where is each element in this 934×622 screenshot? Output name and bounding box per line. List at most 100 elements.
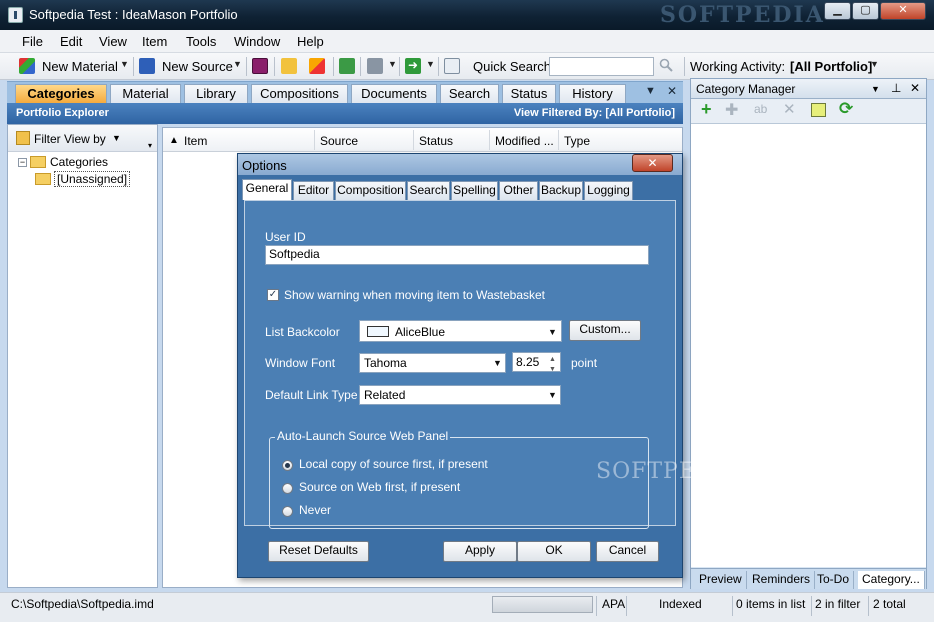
progress-bar xyxy=(492,596,593,613)
close-button[interactable]: ✕ xyxy=(880,2,926,20)
tab-compositions[interactable]: Compositions xyxy=(251,84,348,104)
column-type[interactable]: Type xyxy=(564,134,590,148)
tab-search[interactable]: Search xyxy=(440,84,499,104)
toolbar-divider xyxy=(399,57,400,76)
menu-window[interactable]: Window xyxy=(234,34,280,49)
column-item[interactable]: Item xyxy=(184,134,207,148)
refresh-icon[interactable]: ⟳ xyxy=(839,99,853,119)
email-icon[interactable] xyxy=(444,58,460,74)
font-size-value: 8.25 xyxy=(516,355,540,369)
tab-composition[interactable]: Composition xyxy=(335,181,406,200)
export-icon[interactable]: ➜ xyxy=(405,58,421,74)
working-activity-dropdown-icon[interactable]: ▼ xyxy=(870,59,879,69)
menu-tools[interactable]: Tools xyxy=(186,34,216,49)
tab-reminders[interactable]: Reminders xyxy=(748,571,816,589)
maximize-button[interactable]: ▢ xyxy=(852,2,879,20)
radio-local-first[interactable] xyxy=(282,460,293,471)
pin-icon[interactable]: ⊥ xyxy=(891,81,901,95)
new-source-button[interactable]: New Source xyxy=(162,59,233,74)
dialog-close-button[interactable]: ✕ xyxy=(632,154,673,172)
list-backcolor-label: List Backcolor xyxy=(265,325,340,339)
radio-web-first[interactable] xyxy=(282,483,293,494)
menu-edit[interactable]: Edit xyxy=(60,34,82,49)
tab-list-icon[interactable]: ▼ xyxy=(645,85,656,97)
quick-search-input[interactable] xyxy=(549,57,654,76)
category-manager-body xyxy=(691,123,926,567)
tab-search-options[interactable]: Search xyxy=(407,181,450,200)
tab-spelling[interactable]: Spelling xyxy=(451,181,498,200)
working-activity-select[interactable]: [All Portfolio] xyxy=(790,59,872,74)
list-backcolor-select[interactable]: AliceBlue ▼ xyxy=(359,320,562,342)
list-backcolor-value: AliceBlue xyxy=(395,325,446,339)
minimize-button[interactable]: ▁ xyxy=(824,2,851,20)
column-source[interactable]: Source xyxy=(320,134,358,148)
new-source-dropdown-icon[interactable]: ▼ xyxy=(233,59,242,69)
toolbar-divider xyxy=(438,57,439,76)
tab-history[interactable]: History xyxy=(559,84,626,104)
tab-close-icon[interactable]: ✕ xyxy=(667,84,677,98)
tab-editor[interactable]: Editor xyxy=(293,181,334,200)
tab-other[interactable]: Other xyxy=(499,181,538,200)
apply-button[interactable]: Apply xyxy=(443,541,517,562)
radio-never[interactable] xyxy=(282,506,293,517)
tab-status[interactable]: Status xyxy=(502,84,556,104)
spin-down-icon[interactable]: ▼ xyxy=(549,361,556,378)
chevron-down-icon: ▼ xyxy=(548,327,557,337)
menu-file[interactable]: File xyxy=(22,34,43,49)
menu-view[interactable]: View xyxy=(99,34,127,49)
filter-view-button[interactable]: Filter View by xyxy=(34,132,106,146)
column-modified[interactable]: Modified ... xyxy=(495,134,554,148)
tab-categories[interactable]: Categories xyxy=(15,84,107,104)
tab-backup[interactable]: Backup xyxy=(539,181,583,200)
stack-icon[interactable] xyxy=(339,58,355,74)
column-status[interactable]: Status xyxy=(419,134,453,148)
tab-to-do[interactable]: To-Do xyxy=(813,571,855,589)
working-activity-label: Working Activity: xyxy=(690,59,786,74)
print-dropdown-icon[interactable]: ▼ xyxy=(388,59,397,69)
default-link-select[interactable]: Related ▼ xyxy=(359,385,561,405)
custom-color-button[interactable]: Custom... xyxy=(569,320,641,341)
toolbar: New Material ▼ New Source ▼ ▼ ➜ ▼ Quick … xyxy=(0,53,934,80)
note-icon[interactable] xyxy=(281,58,297,74)
pane-close-icon[interactable]: ✕ xyxy=(910,81,920,95)
tab-material[interactable]: Material xyxy=(110,84,181,104)
tree-expander-icon[interactable]: − xyxy=(18,158,27,167)
tab-documents[interactable]: Documents xyxy=(351,84,437,104)
menu-help[interactable]: Help xyxy=(297,34,324,49)
add-category-icon[interactable]: + xyxy=(701,99,712,120)
tab-category[interactable]: Category... xyxy=(858,571,925,589)
export-dropdown-icon[interactable]: ▼ xyxy=(426,59,435,69)
options-dialog: Options ✕ General Editor Composition Sea… xyxy=(237,153,683,578)
window-font-select[interactable]: Tahoma ▼ xyxy=(359,353,506,373)
new-material-button[interactable]: New Material xyxy=(42,59,118,74)
cancel-button[interactable]: Cancel xyxy=(596,541,659,562)
outline-icon[interactable] xyxy=(309,58,325,74)
tree-node-unassigned[interactable]: [Unassigned] xyxy=(54,171,131,187)
menu-item[interactable]: Item xyxy=(142,34,167,49)
tab-preview[interactable]: Preview xyxy=(695,571,747,589)
delete-icon[interactable]: ✕ xyxy=(783,100,796,118)
dialog-title: Options xyxy=(242,158,287,173)
pane-menu-icon[interactable]: ▼ xyxy=(871,84,880,94)
tab-library[interactable]: Library xyxy=(184,84,248,104)
print-icon[interactable] xyxy=(367,58,383,74)
filter-dropdown-icon[interactable]: ▼ xyxy=(112,133,121,143)
tab-general[interactable]: General xyxy=(242,179,292,200)
ok-button[interactable]: OK xyxy=(517,541,591,562)
user-id-label: User ID xyxy=(265,230,306,244)
warning-checkbox[interactable]: ✓ xyxy=(267,289,279,301)
toolbar-divider xyxy=(274,57,275,76)
collapse-icon[interactable]: ▾ xyxy=(148,141,152,150)
search-icon[interactable] xyxy=(659,58,673,72)
tab-logging[interactable]: Logging xyxy=(584,181,633,200)
reset-defaults-button[interactable]: Reset Defaults xyxy=(268,541,369,562)
new-material-dropdown-icon[interactable]: ▼ xyxy=(120,59,129,69)
portfolio-explorer-header: Portfolio Explorer View Filtered By: [Al… xyxy=(7,103,683,124)
font-size-stepper[interactable]: 8.25 ▲ ▼ xyxy=(512,352,561,373)
properties-icon[interactable] xyxy=(811,103,826,117)
tree-node-categories[interactable]: Categories xyxy=(50,155,108,169)
rename-icon[interactable]: ab xyxy=(754,102,767,116)
add-subcategory-icon[interactable]: ✚ xyxy=(725,100,738,120)
user-id-field[interactable]: Softpedia xyxy=(265,245,649,265)
notebook-icon[interactable] xyxy=(252,58,268,74)
